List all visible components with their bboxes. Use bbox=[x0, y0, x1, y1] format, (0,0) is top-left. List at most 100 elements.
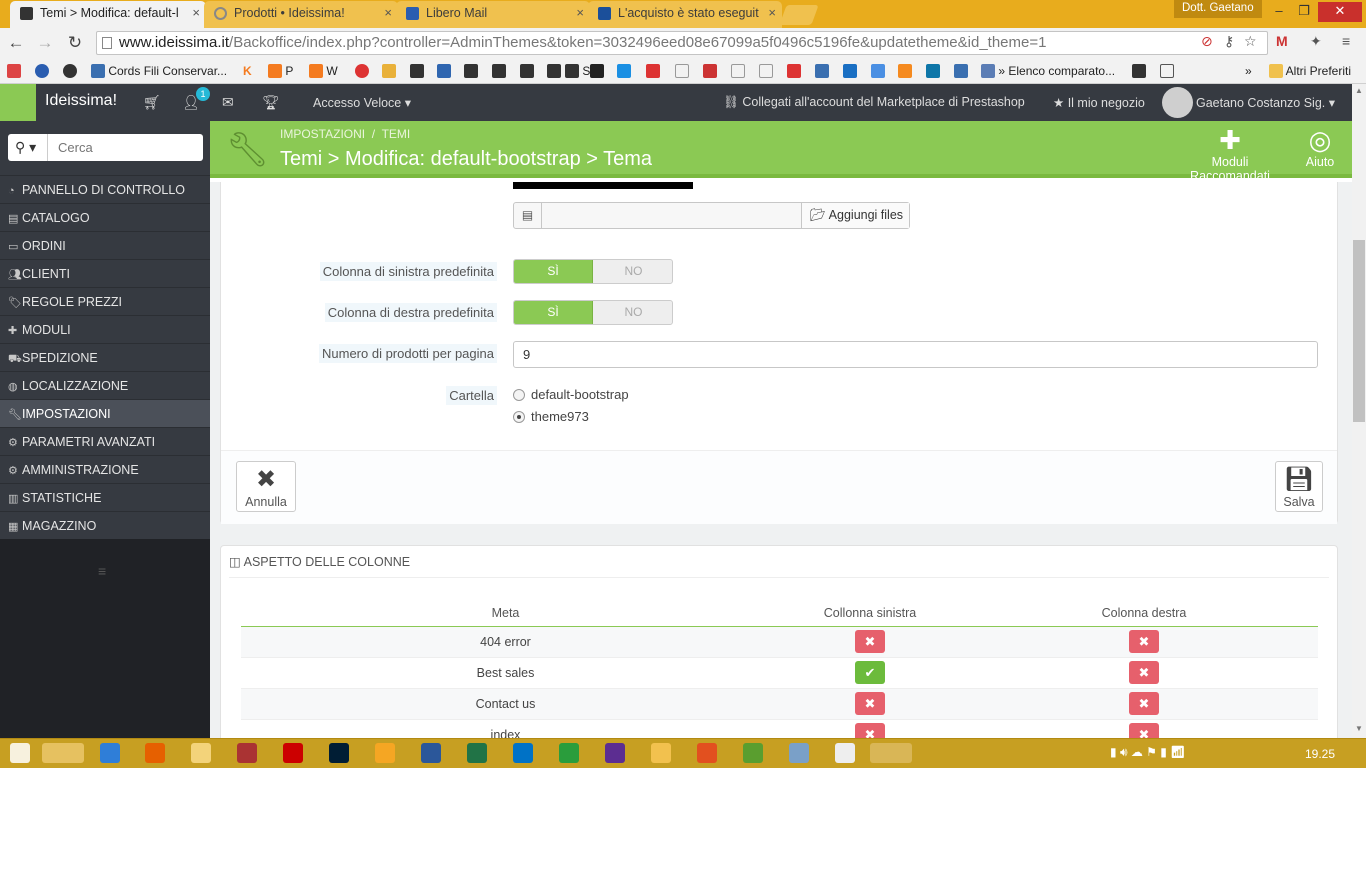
bookmark-icon[interactable] bbox=[646, 63, 660, 79]
bookmark-icon[interactable] bbox=[787, 63, 801, 79]
bookmark-s[interactable]: S bbox=[565, 63, 590, 79]
close-tab-icon[interactable]: × bbox=[576, 1, 584, 25]
prestashop-logo-icon[interactable] bbox=[0, 84, 36, 121]
file-upload-field[interactable]: ▤ 📂︎ Aggiungi files bbox=[513, 202, 910, 229]
chrome-taskbar-icon[interactable] bbox=[42, 743, 84, 763]
app-taskbar-icon[interactable] bbox=[559, 743, 579, 763]
bookmark-icon[interactable] bbox=[464, 63, 478, 79]
star-icon[interactable]: ☆ bbox=[1244, 33, 1257, 50]
apps-icon[interactable] bbox=[7, 63, 21, 79]
word-taskbar-icon[interactable] bbox=[421, 743, 441, 763]
tab-prodotti[interactable]: Prodotti • Ideissima! × bbox=[204, 1, 398, 28]
quick-access-menu[interactable]: Accesso Veloce ▾ bbox=[313, 95, 411, 110]
recommended-modules-button[interactable]: ✚ Moduli Raccomandati bbox=[1170, 125, 1290, 183]
messages-icon[interactable]: ✉ bbox=[222, 94, 234, 111]
sidebar-item-localizzazione[interactable]: ◍ LOCALIZZAZIONE bbox=[0, 371, 210, 399]
bookmark-icon[interactable] bbox=[1132, 63, 1146, 79]
app-taskbar-icon[interactable] bbox=[789, 743, 809, 763]
radio-button[interactable] bbox=[513, 389, 525, 401]
extension-icon[interactable]: ✦ bbox=[1310, 33, 1322, 50]
tab-libero-mail[interactable]: Libero Mail × bbox=[396, 1, 590, 28]
system-tray[interactable]: ▮ 🔊︎ ☁ ⚑ ▮ 📶︎ bbox=[1110, 745, 1240, 763]
tab-paypal[interactable]: L'acquisto è stato eseguit × bbox=[588, 1, 782, 28]
translate-icon[interactable] bbox=[871, 63, 885, 79]
app-taskbar-icon[interactable] bbox=[870, 743, 912, 763]
close-tab-icon[interactable]: × bbox=[384, 1, 392, 25]
sidebar-item-impostazioni[interactable]: 🔧︎IMPOSTAZIONI bbox=[0, 399, 210, 427]
minimize-icon[interactable]: – bbox=[1266, 2, 1292, 22]
windows-start-icon[interactable] bbox=[10, 743, 30, 763]
bookmark-p[interactable]: P bbox=[268, 63, 293, 79]
bookmark-icon[interactable] bbox=[898, 63, 912, 79]
sidebar-item-regole-prezzi[interactable]: 🏷︎REGOLE PREZZI bbox=[0, 287, 210, 315]
shop-name[interactable]: Ideissima! bbox=[45, 92, 117, 110]
page-icon[interactable] bbox=[759, 63, 773, 79]
app-taskbar-icon[interactable] bbox=[375, 743, 395, 763]
clock[interactable]: 19.25 bbox=[1305, 747, 1335, 761]
bookmark-icon[interactable] bbox=[492, 63, 506, 79]
bookmark-icon[interactable] bbox=[520, 63, 534, 79]
right-column-switch[interactable]: SÌ NO bbox=[513, 300, 673, 325]
bookmark-icon[interactable] bbox=[1160, 63, 1174, 79]
amazon-icon[interactable] bbox=[590, 63, 604, 79]
key-icon[interactable]: ⚷ bbox=[1224, 33, 1234, 50]
linkedin-icon[interactable] bbox=[926, 63, 940, 79]
products-per-page-input[interactable]: 9 bbox=[513, 341, 1318, 368]
cart-icon[interactable]: 🛒︎ bbox=[143, 94, 161, 111]
calculator-taskbar-icon[interactable] bbox=[835, 743, 855, 763]
page-icon[interactable] bbox=[675, 63, 689, 79]
close-tab-icon[interactable]: × bbox=[768, 1, 776, 25]
window-close-icon[interactable]: ✕ bbox=[1318, 2, 1362, 22]
utorrent-taskbar-icon[interactable] bbox=[743, 743, 763, 763]
switch-yes[interactable]: SÌ bbox=[514, 301, 593, 324]
maximize-icon[interactable]: ❐ bbox=[1291, 2, 1317, 22]
profile-name[interactable]: Dott. Gaetano bbox=[1174, 0, 1262, 18]
left-column-switch[interactable]: SÌ NO bbox=[513, 259, 673, 284]
scroll-up-icon[interactable]: ▲ bbox=[1355, 86, 1363, 95]
folder-option-default-bootstrap[interactable]: default-bootstrap bbox=[513, 387, 629, 402]
bookmark-icon[interactable] bbox=[35, 63, 49, 79]
bookmark-icon[interactable] bbox=[815, 63, 829, 79]
app-taskbar-icon[interactable] bbox=[237, 743, 257, 763]
bookmark-icon[interactable] bbox=[355, 63, 369, 79]
save-button[interactable]: 💾︎ Salva bbox=[1275, 461, 1323, 512]
sidebar-item-spedizione[interactable]: ⛟SPEDIZIONE bbox=[0, 343, 210, 371]
back-icon[interactable]: ← bbox=[4, 31, 28, 55]
cancel-button[interactable]: ✖ Annulla bbox=[236, 461, 296, 512]
sidebar-item-magazzino[interactable]: ▦ MAGAZZINO bbox=[0, 511, 210, 539]
bookmark-icon[interactable] bbox=[617, 63, 631, 79]
marketplace-link[interactable]: ⛓ Collegati all'account del Marketplace … bbox=[723, 95, 1025, 110]
apple-icon[interactable] bbox=[63, 63, 77, 79]
collapse-menu-icon[interactable]: ≡ bbox=[98, 563, 106, 579]
sidebar-item-moduli[interactable]: ✚ MODULI bbox=[0, 315, 210, 343]
bookmark-icon[interactable] bbox=[410, 63, 424, 79]
my-shop-link[interactable]: ★ Il mio negozio bbox=[1053, 95, 1145, 110]
search-input[interactable] bbox=[48, 134, 203, 161]
cross-icon[interactable]: ✖ bbox=[1129, 723, 1159, 738]
bookmark-w[interactable]: W bbox=[309, 63, 338, 79]
sidebar-item-statistiche[interactable]: ▥ STATISTICHE bbox=[0, 483, 210, 511]
bookmark-icon[interactable] bbox=[547, 63, 561, 79]
breadcrumb-item[interactable]: IMPOSTAZIONI bbox=[280, 127, 365, 141]
radio-button[interactable] bbox=[513, 411, 525, 423]
bookmark-icon[interactable] bbox=[437, 63, 451, 79]
breadcrumb-item[interactable]: TEMI bbox=[382, 127, 411, 141]
sidebar-item-amministrazione[interactable]: ⚙ AMMINISTRAZIONE bbox=[0, 455, 210, 483]
bookmark-icon[interactable] bbox=[382, 63, 396, 79]
page-scrollbar[interactable]: ▲ ▼ bbox=[1352, 84, 1366, 738]
media-taskbar-icon[interactable] bbox=[651, 743, 671, 763]
kelkoo-icon[interactable]: K bbox=[243, 63, 252, 79]
excel-taskbar-icon[interactable] bbox=[467, 743, 487, 763]
menu-icon[interactable]: ≡ bbox=[1342, 33, 1350, 49]
page-icon[interactable] bbox=[731, 63, 745, 79]
address-bar[interactable]: www.ideissima.it/Backoffice/index.php?co… bbox=[96, 31, 1268, 55]
reload-icon[interactable]: ↻ bbox=[63, 31, 87, 55]
cross-icon[interactable]: ✖ bbox=[855, 630, 885, 653]
cross-icon[interactable]: ✖ bbox=[1129, 661, 1159, 684]
scroll-down-icon[interactable]: ▼ bbox=[1355, 724, 1363, 733]
folder-option-theme973[interactable]: theme973 bbox=[513, 409, 589, 424]
other-bookmarks[interactable]: Altri Preferiti bbox=[1269, 63, 1351, 79]
sidebar-item-clienti[interactable]: 👥︎CLIENTI bbox=[0, 259, 210, 287]
filezilla-taskbar-icon[interactable] bbox=[283, 743, 303, 763]
search-icon[interactable]: ⚲ ▾ bbox=[8, 134, 48, 161]
